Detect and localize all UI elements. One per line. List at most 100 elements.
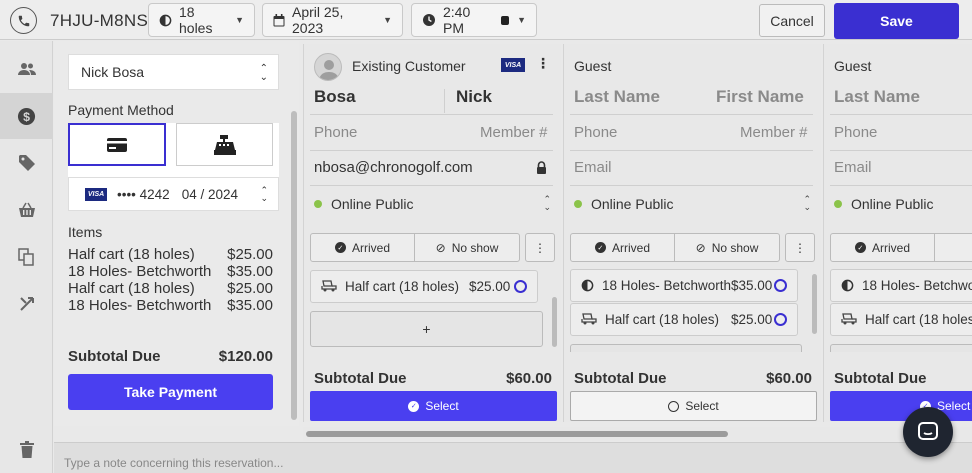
phone-field[interactable]: Phone [314,124,357,141]
email-field[interactable]: Email [834,159,872,176]
date-dropdown[interactable]: April 25, 2023 ▼ [262,3,403,37]
rate-value: Online Public [331,196,414,212]
member-number-field[interactable]: Member # [480,124,548,141]
player-select[interactable]: Nick Bosa ⌃ ⌄ [68,54,279,90]
visa-icon: VISA [501,58,525,72]
check-circle-icon: ✓ [854,242,866,253]
list-item: 18 Holes- Betchworth $35.00 [68,263,273,280]
cancel-button[interactable]: Cancel [759,4,825,37]
add-item-button[interactable]: + [310,311,543,347]
rate-value: Online Public [851,196,934,212]
arrived-button[interactable]: ✓ Arrived [831,234,935,261]
take-payment-button[interactable]: Take Payment [68,374,273,410]
cart-icon [581,312,597,328]
column-scrollbar[interactable] [812,274,817,334]
credit-card-option[interactable] [68,123,166,166]
first-name-field[interactable]: Nick [456,87,492,107]
select-button[interactable]: ✓ Select [310,391,557,421]
arrived-button[interactable]: ✓ Arrived [571,234,675,261]
phone-field[interactable]: Phone [574,124,617,141]
item-price: $25.00 [227,246,273,263]
no-show-button[interactable]: ⊘ No show [415,234,519,261]
phone-field[interactable]: Phone [834,124,877,141]
caret-down-icon: ▼ [235,15,244,25]
line-item-name: 18 Holes- Betchworth [862,278,972,293]
payment-method-label: Payment Method [68,102,174,118]
line-item-name: 18 Holes- Betchworth [602,278,732,293]
item-name: 18 Holes- Betchworth [68,297,212,314]
arrived-label: Arrived [871,240,910,255]
no-show-button[interactable]: ⊘ No show [675,234,779,261]
rate-select[interactable]: Online Public [574,196,674,212]
caret-down-icon: ▼ [383,15,392,25]
kebab-menu-icon[interactable]: ⋮ [536,55,550,72]
item-name: 18 Holes- Betchworth [68,263,212,280]
line-item[interactable]: 18 Holes- Betchworth $35.00 [570,269,798,302]
column-scrollbar[interactable] [552,297,557,347]
trash-icon [19,440,34,458]
more-actions-button[interactable]: ⋮ [525,233,555,262]
divider [310,185,553,186]
more-actions-button[interactable]: ⋮ [785,233,815,262]
half-circle-icon [841,279,854,292]
avatar [314,53,342,81]
line-item[interactable]: 18 Holes- Betchworth [830,269,972,302]
visa-icon: VISA [85,187,107,201]
line-item[interactable]: Half cart (18 holes) [830,303,972,336]
tag-icon [18,155,35,171]
email-field[interactable]: Email [574,159,612,176]
rail-move[interactable] [0,281,53,327]
select-button[interactable]: ✓ Select [830,391,972,421]
rate-select[interactable]: Online Public [834,196,934,212]
circle-radio-icon[interactable] [514,280,527,293]
circle-radio-icon[interactable] [774,279,787,292]
subtotal-value: $120.00 [218,348,273,365]
time-dropdown[interactable]: 2:40 PM ▼ [411,3,537,37]
line-item[interactable]: Half cart (18 holes) $25.00 [570,303,798,336]
arrival-toggle: ✓ Arrived ⊘ No show [310,233,520,262]
arrived-button[interactable]: ✓ Arrived [311,234,415,261]
arrival-toggle: ✓ Arrived ⊘ [830,233,972,262]
rail-copy[interactable] [0,234,53,280]
last-name-field[interactable]: Last Name [574,87,660,107]
save-button[interactable]: Save [834,3,959,39]
add-item-button[interactable] [830,344,972,352]
cash-register-option[interactable] [176,123,273,166]
line-item-price: $25.00 [469,279,511,294]
last-name-field[interactable]: Bosa [314,87,356,107]
rail-delete[interactable] [0,426,53,472]
subtotal-value: $60.00 [506,370,552,387]
columns-scrollbar[interactable] [306,431,728,437]
add-item-button[interactable] [570,344,802,352]
rail-tags[interactable] [0,140,53,186]
line-item-name: Half cart (18 holes) [605,312,720,327]
rail-shop[interactable] [0,187,53,233]
line-item[interactable]: Half cart (18 holes) $25.00 [310,270,538,303]
no-show-button[interactable]: ⊘ [935,234,972,261]
saved-card-select[interactable]: VISA •••• 4242 04 / 2024 ⌃ ⌄ [68,177,279,211]
line-item-name: Half cart (18 holes) [345,279,460,294]
customer-type-label: Guest [574,58,612,74]
circle-radio-icon[interactable] [774,313,787,326]
column-subtotal: Subtotal Due $60.00 [574,370,812,387]
chat-button[interactable] [903,407,953,457]
status-dot [834,200,842,208]
rail-payment[interactable]: $ [0,93,53,139]
sort-icon: ⌃ ⌄ [803,194,811,212]
holes-dropdown[interactable]: 18 holes ▼ [148,3,255,37]
payment-panel-scrollbar[interactable] [291,111,297,420]
member-number-field[interactable]: Member # [740,124,808,141]
note-input[interactable]: Type a note concerning this reservation.… [54,442,972,473]
cart-icon [321,279,337,295]
last-name-field[interactable]: Last Name [834,87,920,107]
divider [444,89,445,113]
select-button[interactable]: Select [570,391,817,421]
rail-players[interactable] [0,46,53,92]
arrival-toggle: ✓ Arrived ⊘ No show [570,233,780,262]
phone-icon[interactable] [10,7,37,34]
email-field[interactable]: nbosa@chronogolf.com [314,159,473,176]
first-name-field[interactable]: First Name [716,87,804,107]
customer-type-label: Guest [834,58,872,74]
rate-select[interactable]: Online Public [314,196,414,212]
item-name: Half cart (18 holes) [68,246,195,263]
